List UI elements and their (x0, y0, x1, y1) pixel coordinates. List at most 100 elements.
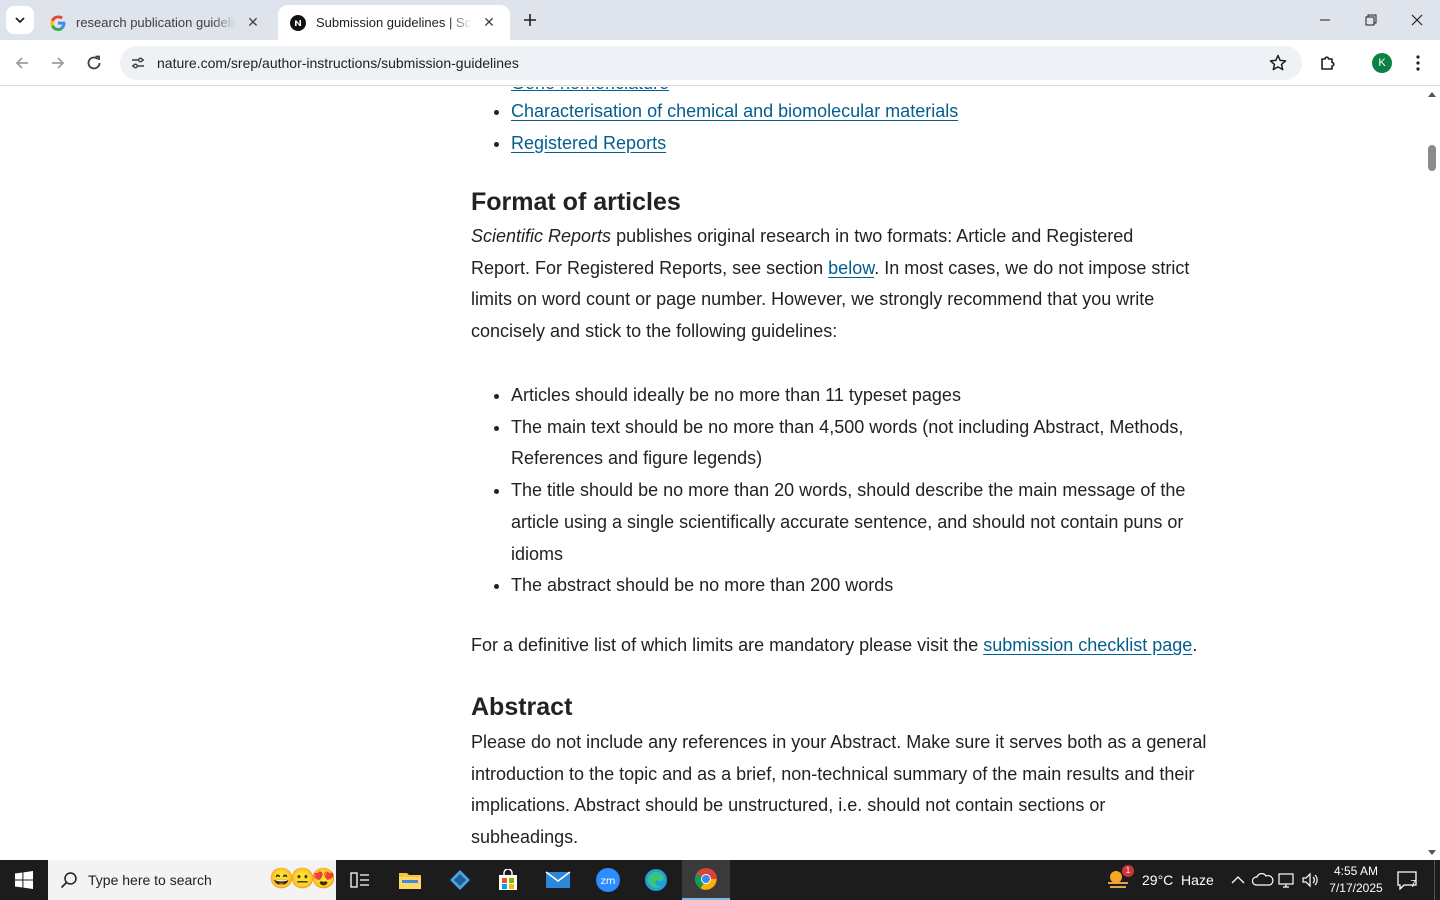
paragraph-text: . (1192, 635, 1198, 655)
menu-button[interactable] (1402, 47, 1434, 79)
abstract-paragraph: Please do not include any references in … (471, 732, 1207, 848)
minimize-button[interactable] (1302, 0, 1348, 40)
back-button[interactable] (6, 47, 38, 79)
search-icon (60, 872, 77, 889)
section-links-list: Characterisation of chemical and biomole… (471, 96, 1211, 159)
bookmark-star-icon[interactable] (1268, 53, 1288, 73)
file-explorer-button[interactable] (386, 860, 434, 900)
diamond-app-icon (450, 870, 470, 890)
arrow-right-icon (52, 57, 65, 69)
clock-time: 4:55 AM (1333, 864, 1379, 878)
tab-submission-guidelines[interactable]: Submission guidelines | Scientific Repor… (278, 5, 510, 40)
store-icon (499, 869, 517, 890)
list-item: Registered Reports (511, 128, 1211, 160)
plus-icon (524, 14, 536, 26)
list-item: The main text should be no more than 4,5… (511, 412, 1211, 475)
weather-badge: 1 (1122, 865, 1134, 877)
restore-button[interactable] (1348, 0, 1394, 40)
onedrive-icon[interactable] (1252, 870, 1274, 890)
microsoft-store-button[interactable] (484, 860, 532, 900)
tab-title: Submission guidelines | Scientific Repor… (316, 15, 472, 30)
edge-icon (645, 869, 667, 891)
chrome-button[interactable] (682, 860, 730, 900)
submission-checklist-link[interactable]: submission checklist page (983, 635, 1192, 655)
journal-name: Scientific Reports (471, 226, 612, 246)
notification-center-button[interactable]: 7 (1396, 860, 1418, 900)
close-window-button[interactable] (1394, 0, 1440, 40)
clock-date: 7/17/2025 (1329, 881, 1383, 895)
nature-icon (290, 14, 306, 31)
close-icon[interactable]: ✕ (480, 14, 498, 32)
zoom-app-icon: zm (596, 868, 620, 892)
minimize-icon (1320, 19, 1330, 21)
mail-button[interactable] (534, 860, 582, 900)
format-paragraph: Scientific Reports publishes original re… (471, 221, 1191, 348)
tab-strip: research publication guidelines ✕ Submis… (0, 0, 1440, 40)
paragraph-text: For a definitive list of which limits ar… (471, 635, 984, 655)
tab-research-guidelines[interactable]: research publication guidelines ✕ (38, 5, 274, 40)
search-placeholder: Type here to search (88, 872, 212, 888)
task-view-button[interactable] (336, 860, 384, 900)
profile-avatar[interactable]: K (1372, 53, 1392, 73)
weather-text: 29°C Haze (1142, 872, 1214, 888)
folder-icon (399, 873, 421, 889)
scroll-thumb[interactable] (1428, 145, 1436, 171)
volume-icon[interactable] (1300, 870, 1322, 890)
system-tray (1228, 860, 1322, 900)
list-item: Articles should ideally be no more than … (511, 380, 1211, 412)
address-bar[interactable]: nature.com/srep/author-instructions/subm… (120, 46, 1302, 80)
notification-icon: 7 (1396, 870, 1418, 891)
tab-title: research publication guidelines (76, 15, 236, 30)
abstract-heading: Abstract (471, 693, 573, 721)
task-view-icon (350, 872, 369, 888)
weather-widget[interactable]: 1 29°C Haze (1106, 860, 1214, 900)
list-item: The title should be no more than 20 word… (511, 475, 1211, 570)
list-item: The abstract should be no more than 200 … (511, 570, 1211, 602)
extensions-button[interactable] (1312, 47, 1344, 79)
start-button[interactable] (0, 860, 48, 900)
close-icon[interactable]: ✕ (244, 14, 262, 32)
below-link[interactable]: below (828, 258, 874, 278)
kebab-menu-icon (1416, 55, 1420, 71)
app-button[interactable] (436, 860, 484, 900)
chrome-icon (695, 868, 717, 890)
characterisation-link[interactable]: Characterisation of chemical and biomole… (511, 101, 958, 121)
taskbar-search[interactable]: Type here to search 😄😐😍 (48, 860, 336, 900)
chevron-up-icon[interactable] (1228, 870, 1248, 890)
registered-reports-link[interactable]: Registered Reports (511, 133, 666, 153)
notification-count: 7 (1410, 879, 1416, 890)
checklist-paragraph: For a definitive list of which limits ar… (471, 630, 1211, 662)
windows-logo-icon (15, 871, 33, 889)
page-viewport: Gene nomenclature Characterisation of ch… (0, 87, 1424, 860)
restore-icon (1365, 14, 1377, 26)
weather-haze-icon: 1 (1106, 865, 1134, 891)
format-of-articles-heading: Format of articles (471, 188, 681, 216)
taskbar-clock[interactable]: 4:55 AM 7/17/2025 (1324, 863, 1388, 897)
scroll-up-arrow-icon[interactable] (1428, 92, 1436, 97)
scroll-down-arrow-icon[interactable] (1428, 850, 1436, 855)
vertical-scrollbar[interactable] (1424, 87, 1440, 860)
show-desktop-strip[interactable] (1434, 860, 1440, 900)
mail-icon (545, 871, 571, 888)
guidelines-list: Articles should ideally be no more than … (471, 380, 1211, 602)
url-text[interactable]: nature.com/srep/author-instructions/subm… (157, 55, 519, 71)
puzzle-icon (1321, 56, 1335, 70)
network-icon[interactable] (1276, 870, 1298, 890)
tab-search-button[interactable] (6, 6, 34, 34)
chevron-down-icon (15, 17, 25, 24)
edge-button[interactable] (632, 860, 680, 900)
google-icon (50, 14, 66, 31)
reload-icon (87, 55, 101, 70)
windows-taskbar: Type here to search 😄😐😍 zm 1 29°C Haze 4… (0, 860, 1440, 900)
close-icon (1411, 14, 1423, 26)
zoom-button[interactable]: zm (584, 860, 632, 900)
arrow-left-icon (15, 57, 28, 69)
new-tab-button[interactable] (518, 8, 542, 32)
reload-button[interactable] (78, 47, 110, 79)
browser-toolbar: nature.com/srep/author-instructions/subm… (0, 40, 1440, 86)
list-item: Characterisation of chemical and biomole… (511, 96, 1211, 128)
svg-text:zm: zm (601, 876, 616, 887)
emoji-decoration-icon: 😄😐😍 (269, 868, 336, 890)
site-info-icon[interactable] (126, 51, 150, 75)
forward-button[interactable] (42, 47, 74, 79)
